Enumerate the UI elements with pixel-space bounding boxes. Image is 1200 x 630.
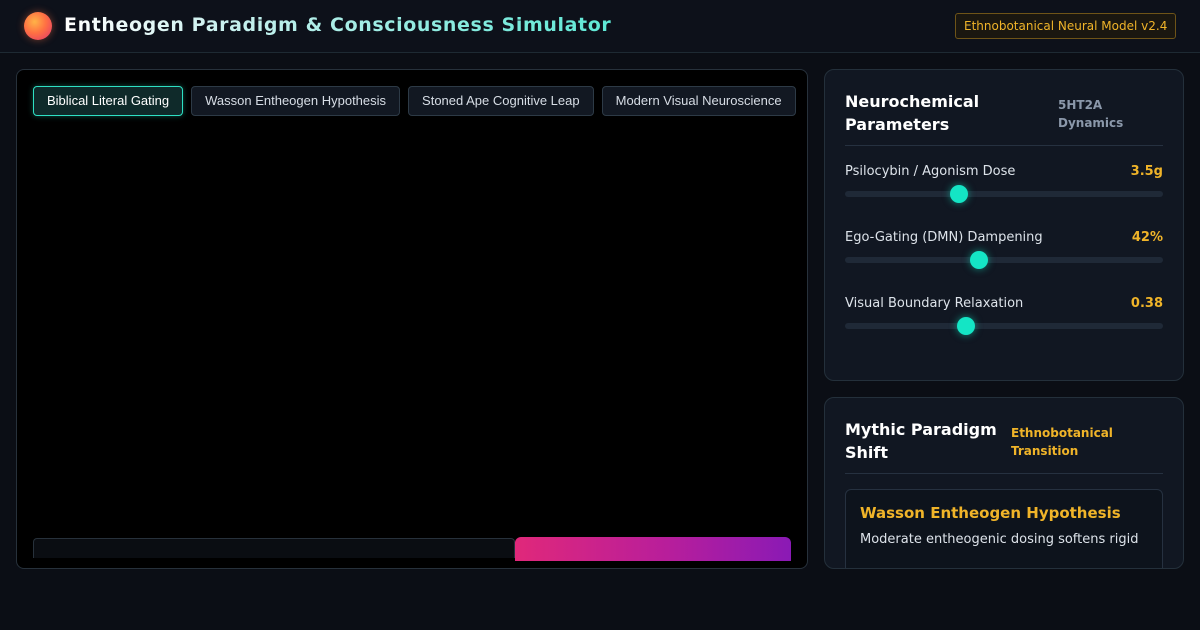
card-title: Mythic Paradigm Shift — [845, 420, 997, 462]
model-version-badge: Ethnobotanical Neural Model v2.4 — [955, 13, 1177, 39]
tab-wasson-entheogen-hypothesis[interactable]: Wasson Entheogen Hypothesis — [191, 86, 401, 116]
neurochemical-parameters-card: Neurochemical Parameters 5HT2A Dynamics … — [824, 69, 1184, 381]
hypothesis-box: Wasson Entheogen Hypothesis Moderate ent… — [845, 489, 1163, 568]
simulation-panel: Biblical Literal Gating Wasson Entheogen… — [16, 69, 808, 569]
param-ego-gating: Ego-Gating (DMN) Dampening 42% — [845, 230, 1163, 274]
tab-biblical-literal-gating[interactable]: Biblical Literal Gating — [33, 86, 184, 116]
slider-thumb[interactable] — [956, 317, 975, 335]
hypothesis-title: Wasson Entheogen Hypothesis — [860, 504, 1121, 522]
hypothesis-text: Moderate entheogenic dosing softens rigi… — [860, 532, 1139, 547]
paradigm-tabs: Biblical Literal Gating Wasson Entheogen… — [33, 86, 796, 116]
logo-orb-icon — [24, 12, 52, 40]
param-value: 42% — [1131, 230, 1163, 245]
param-visual-boundary: Visual Boundary Relaxation 0.38 — [845, 296, 1163, 340]
app-title: Entheogen Paradigm & Consciousness Simul… — [64, 14, 612, 36]
ego-gating-slider[interactable] — [845, 251, 1163, 269]
param-value: 0.38 — [1130, 296, 1163, 311]
visual-boundary-slider[interactable] — [845, 317, 1163, 335]
param-label: Ego-Gating (DMN) Dampening — [845, 230, 1043, 245]
tab-modern-visual-neuroscience[interactable]: Modern Visual Neuroscience — [601, 86, 796, 116]
simulation-canvas[interactable] — [17, 130, 807, 538]
mythic-paradigm-card: Mythic Paradigm Shift Ethnobotanical Tra… — [824, 397, 1184, 569]
dose-slider[interactable] — [845, 185, 1163, 203]
slider-thumb[interactable] — [950, 185, 969, 203]
card-tag: 5HT2A Dynamics — [1058, 98, 1124, 130]
param-label: Psilocybin / Agonism Dose — [845, 164, 1016, 179]
simulation-status-bar — [33, 538, 515, 558]
param-label: Visual Boundary Relaxation — [845, 296, 1024, 311]
card-title: Neurochemical Parameters — [845, 92, 980, 134]
param-psilocybin-dose: Psilocybin / Agonism Dose 3.5g — [845, 164, 1163, 208]
card-tag: Ethnobotanical Transition — [1011, 426, 1113, 458]
param-value: 3.5g — [1130, 164, 1163, 179]
simulation-action-button[interactable] — [515, 537, 791, 561]
slider-thumb[interactable] — [969, 251, 988, 269]
card-header: Mythic Paradigm Shift Ethnobotanical Tra… — [845, 418, 1163, 474]
app-header: Entheogen Paradigm & Consciousness Simul… — [0, 0, 1200, 53]
tab-stoned-ape-cognitive-leap[interactable]: Stoned Ape Cognitive Leap — [408, 86, 594, 116]
card-header: Neurochemical Parameters 5HT2A Dynamics — [845, 90, 1163, 146]
